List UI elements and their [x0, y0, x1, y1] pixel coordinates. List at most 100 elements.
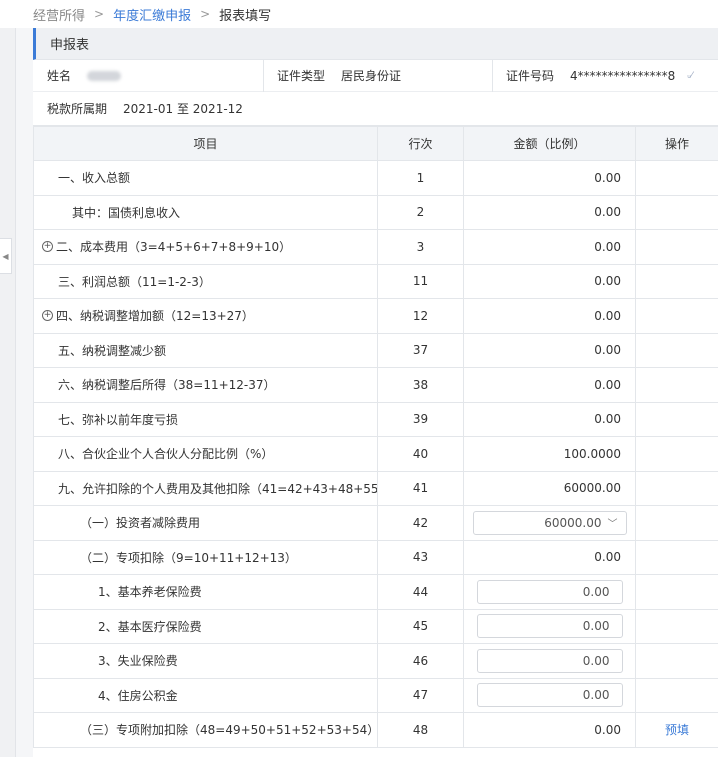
item-cell: 3、失业保险费: [33, 643, 378, 679]
amount-cell: 0.00: [463, 608, 636, 644]
amount-cell: 60000.00 ﹀: [463, 505, 636, 541]
operation-cell: [635, 160, 718, 196]
breadcrumb-separator: >: [200, 7, 211, 21]
operation-cell: [635, 505, 718, 541]
amount-cell: 0.00: [463, 229, 636, 265]
table-row: 八、合伙企业个人合伙人分配比例（%） 40 100.0000: [33, 436, 718, 472]
panel-title: 申报表: [50, 38, 90, 53]
breadcrumb-item-annual-filing[interactable]: 年度汇缴申报: [113, 5, 191, 24]
breadcrumb-separator: >: [94, 7, 105, 21]
name-label: 姓名: [47, 69, 72, 83]
panel-header: 申报表: [33, 28, 718, 60]
row-no-cell: 44: [377, 574, 464, 610]
operation-cell: [635, 263, 718, 299]
item-cell: （一）投资者减除费用: [33, 505, 378, 541]
table-row: 三、利润总额（11=1-2-3） 11 0.00: [33, 263, 718, 299]
amount-cell: 0.00: [463, 574, 636, 610]
item-cell[interactable]: + 四、纳税调整增加额（12=13+27）: [33, 298, 378, 334]
table-row: 七、弥补以前年度亏损 39 0.00: [33, 401, 718, 437]
amount-cell: 60000.00: [463, 470, 636, 506]
table-row: + 四、纳税调整增加额（12=13+27） 12 0.00: [33, 298, 718, 334]
id-no-cell: 证件号码 4***************8 ᵤ⁄: [493, 60, 692, 91]
id-no-label: 证件号码: [506, 69, 555, 83]
table-row: 五、纳税调整减少额 37 0.00: [33, 332, 718, 368]
item-label: 二、成本费用（3=4+5+6+7+8+9+10）: [56, 240, 292, 255]
taxpayer-info-row: 姓名 证件类型 居民身份证 证件号码 4***************8 ᵤ⁄: [33, 59, 718, 92]
id-type-value: 居民身份证: [341, 69, 402, 83]
row-no-cell: 1: [377, 160, 464, 196]
prefill-link[interactable]: 预填: [665, 723, 689, 737]
investor-deduction-select[interactable]: 60000.00 ﹀: [472, 510, 627, 535]
operation-cell: [635, 608, 718, 644]
select-value: 60000.00: [544, 515, 602, 530]
table-row: 其中：国债利息收入 2 0.00: [33, 194, 718, 230]
row-no-cell: 2: [377, 194, 464, 230]
item-cell: 三、利润总额（11=1-2-3）: [33, 263, 378, 299]
amount-cell: 0.00: [463, 160, 636, 196]
row-no-cell: 11: [377, 263, 464, 299]
amount-cell: 0.00: [463, 263, 636, 299]
row-no-cell: 40: [377, 436, 464, 472]
operation-cell: [635, 194, 718, 230]
table-row: （一）投资者减除费用 42 60000.00 ﹀: [33, 505, 718, 541]
item-cell: （三）专项附加扣除（48=49+50+51+52+53+54）: [33, 712, 378, 748]
operation-cell: [635, 229, 718, 265]
operation-cell: [635, 436, 718, 472]
sidebar-collapse-button[interactable]: ◀: [0, 238, 12, 274]
caret-left-icon: ◀: [2, 251, 9, 261]
amount-cell: 0.00: [463, 643, 636, 679]
row-no-cell: 48: [377, 712, 464, 748]
column-header-row-no: 行次: [377, 126, 464, 161]
row-no-cell: 3: [377, 229, 464, 265]
amount-cell: 0.00: [463, 194, 636, 230]
item-cell: 1、基本养老保险费: [33, 574, 378, 610]
plus-circle-icon[interactable]: +: [42, 310, 53, 322]
tax-period-row: 税款所属期 2021-01 至 2021-12: [33, 92, 718, 126]
column-header-item: 项目: [33, 126, 378, 161]
row-no-cell: 38: [377, 367, 464, 403]
breadcrumb: 经营所得 > 年度汇缴申报 > 报表填写: [0, 0, 718, 28]
item-cell: 一、收入总额: [33, 160, 378, 196]
tax-period-value: 2021-01 至 2021-12: [123, 102, 243, 116]
column-header-operation: 操作: [635, 126, 718, 161]
item-label: 四、纳税调整增加额（12=13+27）: [56, 309, 254, 324]
table-row: 一、收入总额 1 0.00: [33, 160, 718, 196]
medical-insurance-input[interactable]: 0.00: [476, 614, 623, 639]
row-no-cell: 37: [377, 332, 464, 368]
table-row: 1、基本养老保险费 44 0.00: [33, 574, 718, 610]
tax-period-label: 税款所属期: [47, 102, 108, 116]
table-header-row: 项目 行次 金额（比例） 操作: [33, 126, 718, 161]
row-no-cell: 12: [377, 298, 464, 334]
item-cell: 六、纳税调整后所得（38=11+12-37）: [33, 367, 378, 403]
item-cell: 八、合伙企业个人合伙人分配比例（%）: [33, 436, 378, 472]
declaration-panel: 申报表 姓名 证件类型 居民身份证 证件号码 4***************8…: [33, 28, 718, 757]
item-cell: 九、允许扣除的个人费用及其他扣除（41=42+43+48+55）: [33, 470, 378, 506]
id-type-cell: 证件类型 居民身份证: [264, 60, 492, 91]
breadcrumb-item-business-income[interactable]: 经营所得: [33, 5, 85, 24]
housing-fund-input[interactable]: 0.00: [476, 683, 623, 708]
table-row: （三）专项附加扣除（48=49+50+51+52+53+54） 48 0.00 …: [33, 712, 718, 748]
chevron-down-icon: ﹀: [607, 519, 618, 531]
amount-cell: 0.00: [463, 367, 636, 403]
unemployment-insurance-input[interactable]: 0.00: [476, 648, 623, 673]
pension-insurance-input[interactable]: 0.00: [476, 579, 623, 604]
plus-circle-icon[interactable]: +: [42, 241, 53, 253]
operation-cell: 预填: [635, 712, 718, 748]
row-no-cell: 41: [377, 470, 464, 506]
table-row: 六、纳税调整后所得（38=11+12-37） 38 0.00: [33, 367, 718, 403]
left-rail: [0, 28, 16, 757]
item-cell[interactable]: + 二、成本费用（3=4+5+6+7+8+9+10）: [33, 229, 378, 265]
operation-cell: [635, 401, 718, 437]
item-cell: 4、住房公积金: [33, 677, 378, 713]
row-no-cell: 43: [377, 539, 464, 575]
table-row: 九、允许扣除的个人费用及其他扣除（41=42+43+48+55） 41 6000…: [33, 470, 718, 506]
row-no-cell: 45: [377, 608, 464, 644]
row-no-cell: 47: [377, 677, 464, 713]
amount-cell: 0.00: [463, 677, 636, 713]
operation-cell: [635, 332, 718, 368]
operation-cell: [635, 574, 718, 610]
table-row: （二）专项扣除（9=10+11+12+13） 43 0.00: [33, 539, 718, 575]
item-cell: 其中：国债利息收入: [33, 194, 378, 230]
table-row: 4、住房公积金 47 0.00: [33, 677, 718, 713]
item-cell: （二）专项扣除（9=10+11+12+13）: [33, 539, 378, 575]
